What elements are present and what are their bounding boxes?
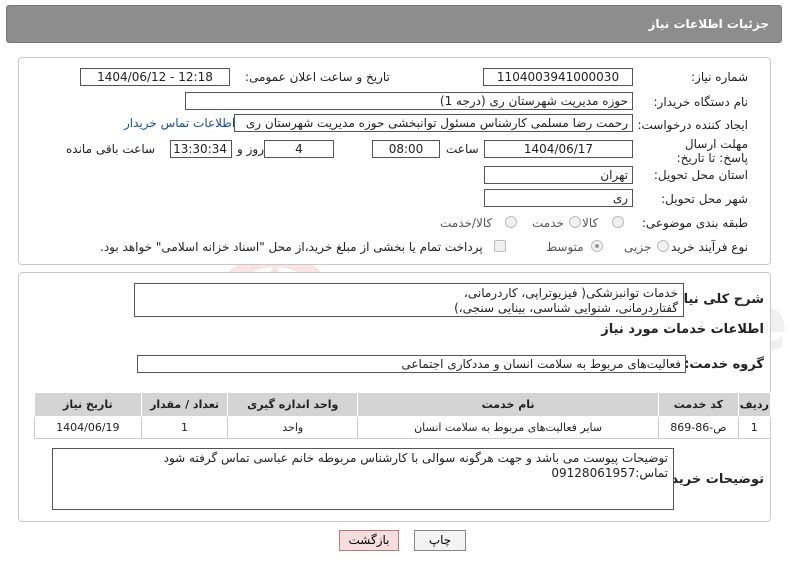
cell-unit: واحد bbox=[227, 416, 359, 439]
city-label: شهر محل تحویل: bbox=[661, 192, 748, 206]
col-name-header: نام خدمت bbox=[357, 392, 660, 417]
need-number-field: 1104003941000030 bbox=[483, 68, 633, 86]
services-heading: اطلاعات خدمات مورد نیاز bbox=[601, 322, 764, 337]
col-date-header: تاریخ نیاز bbox=[34, 392, 142, 417]
process-minor-radio[interactable] bbox=[657, 240, 669, 252]
buyer-notes-line-2: تماس:09128061957 bbox=[551, 466, 668, 480]
summary-line-2: گفتاردرمانی، شنوایی شناسی، بینایی سنجی،) bbox=[454, 301, 678, 315]
announce-date-label: تاریخ و ساعت اعلان عمومی: bbox=[245, 70, 390, 84]
buyer-notes-textarea: توضیحات پیوست می باشد و جهت هرگونه سوالی… bbox=[52, 448, 674, 510]
remaining-time-field: 13:30:34 bbox=[170, 140, 232, 158]
days-remaining-field: 4 bbox=[264, 140, 334, 158]
category-label: طبقه بندی موضوعی: bbox=[641, 216, 748, 230]
cell-row: 1 bbox=[737, 416, 772, 439]
cell-name: سایر فعالیت‌های مربوط به سلامت انسان bbox=[357, 416, 660, 439]
treasury-payment-note: پرداخت تمام یا بخشی از مبلغ خرید،از محل … bbox=[100, 240, 483, 254]
service-group-label: گروه خدمت: bbox=[684, 357, 764, 372]
services-table: ردیف کد خدمت نام خدمت واحد اندازه گیری ت… bbox=[34, 392, 772, 439]
process-medium-radio[interactable] bbox=[591, 240, 603, 252]
days-label: روز و bbox=[237, 142, 264, 156]
province-label: استان محل تحویل: bbox=[653, 168, 748, 182]
cell-quantity: 1 bbox=[140, 416, 229, 439]
col-quantity-header: تعداد / مقدار bbox=[140, 392, 229, 417]
col-unit-header: واحد اندازه گیری bbox=[227, 392, 359, 417]
back-button[interactable]: بازگشت bbox=[339, 530, 399, 551]
summary-textarea: خدمات توانبزشکی( فیزیوتراپی، کاردرمانی، … bbox=[134, 283, 684, 317]
summary-line-1: خدمات توانبزشکی( فیزیوتراپی، کاردرمانی، bbox=[464, 286, 678, 300]
process-medium-label: متوسط bbox=[546, 240, 584, 254]
cell-date: 1404/06/19 bbox=[34, 416, 142, 439]
treasury-payment-checkbox[interactable] bbox=[494, 240, 506, 252]
table-row: 1 ص-86-869 سایر فعالیت‌های مربوط به سلام… bbox=[34, 416, 772, 439]
deadline-time-field: 08:00 bbox=[372, 140, 440, 158]
buyer-contact-link[interactable]: اطلاعات تماس خریدار bbox=[124, 116, 235, 130]
service-group-field: فعالیت‌های مربوط به سلامت انسان و مددکار… bbox=[137, 355, 686, 373]
buyer-org-field: حوزه مدیریت شهرستان ری (درجه 1) bbox=[185, 92, 633, 110]
buyer-org-label: نام دستگاه خریدار: bbox=[653, 95, 749, 109]
process-minor-label: جزیی bbox=[624, 240, 652, 254]
category-goods-radio[interactable] bbox=[612, 216, 624, 228]
summary-label: شرح کلی نیاز: bbox=[670, 292, 764, 307]
need-number-label: شماره نیاز: bbox=[691, 70, 748, 84]
creator-field: رحمت رضا مسلمی کارشناس مسئول توانبخشی حو… bbox=[234, 114, 633, 132]
page-header: جزئیات اطلاعات نیاز bbox=[6, 5, 782, 43]
province-field: تهران bbox=[484, 166, 633, 184]
city-field: ری bbox=[484, 189, 633, 207]
col-row-header: ردیف bbox=[737, 392, 772, 417]
announce-date-field: 1404/06/12 - 12:18 bbox=[80, 68, 230, 86]
buyer-notes-line-1: توضیحات پیوست می باشد و جهت هرگونه سوالی… bbox=[163, 451, 668, 465]
page-title: جزئیات اطلاعات نیاز bbox=[648, 17, 769, 31]
category-service-radio[interactable] bbox=[569, 216, 581, 228]
category-goods-label: کالا bbox=[582, 216, 599, 230]
cell-code: ص-86-869 bbox=[658, 416, 739, 439]
creator-label: ایجاد کننده درخواست: bbox=[637, 118, 748, 132]
deadline-time-label: ساعت bbox=[446, 142, 479, 156]
col-code-header: کد خدمت bbox=[658, 392, 739, 417]
category-service-label: خدمت bbox=[532, 216, 564, 230]
services-table-header: ردیف کد خدمت نام خدمت واحد اندازه گیری ت… bbox=[34, 392, 772, 417]
deadline-date-field: 1404/06/17 bbox=[484, 140, 633, 158]
print-button[interactable]: چاپ bbox=[414, 530, 466, 551]
remaining-label: ساعت باقی مانده bbox=[66, 142, 156, 156]
process-label: نوع فرآیند خرید : bbox=[663, 240, 748, 254]
deadline-label: مهلت ارسال پاسخ: تا تاریخ: bbox=[676, 137, 748, 165]
category-goods-service-label: کالا/خدمت bbox=[440, 216, 493, 230]
category-goods-service-radio[interactable] bbox=[505, 216, 517, 228]
